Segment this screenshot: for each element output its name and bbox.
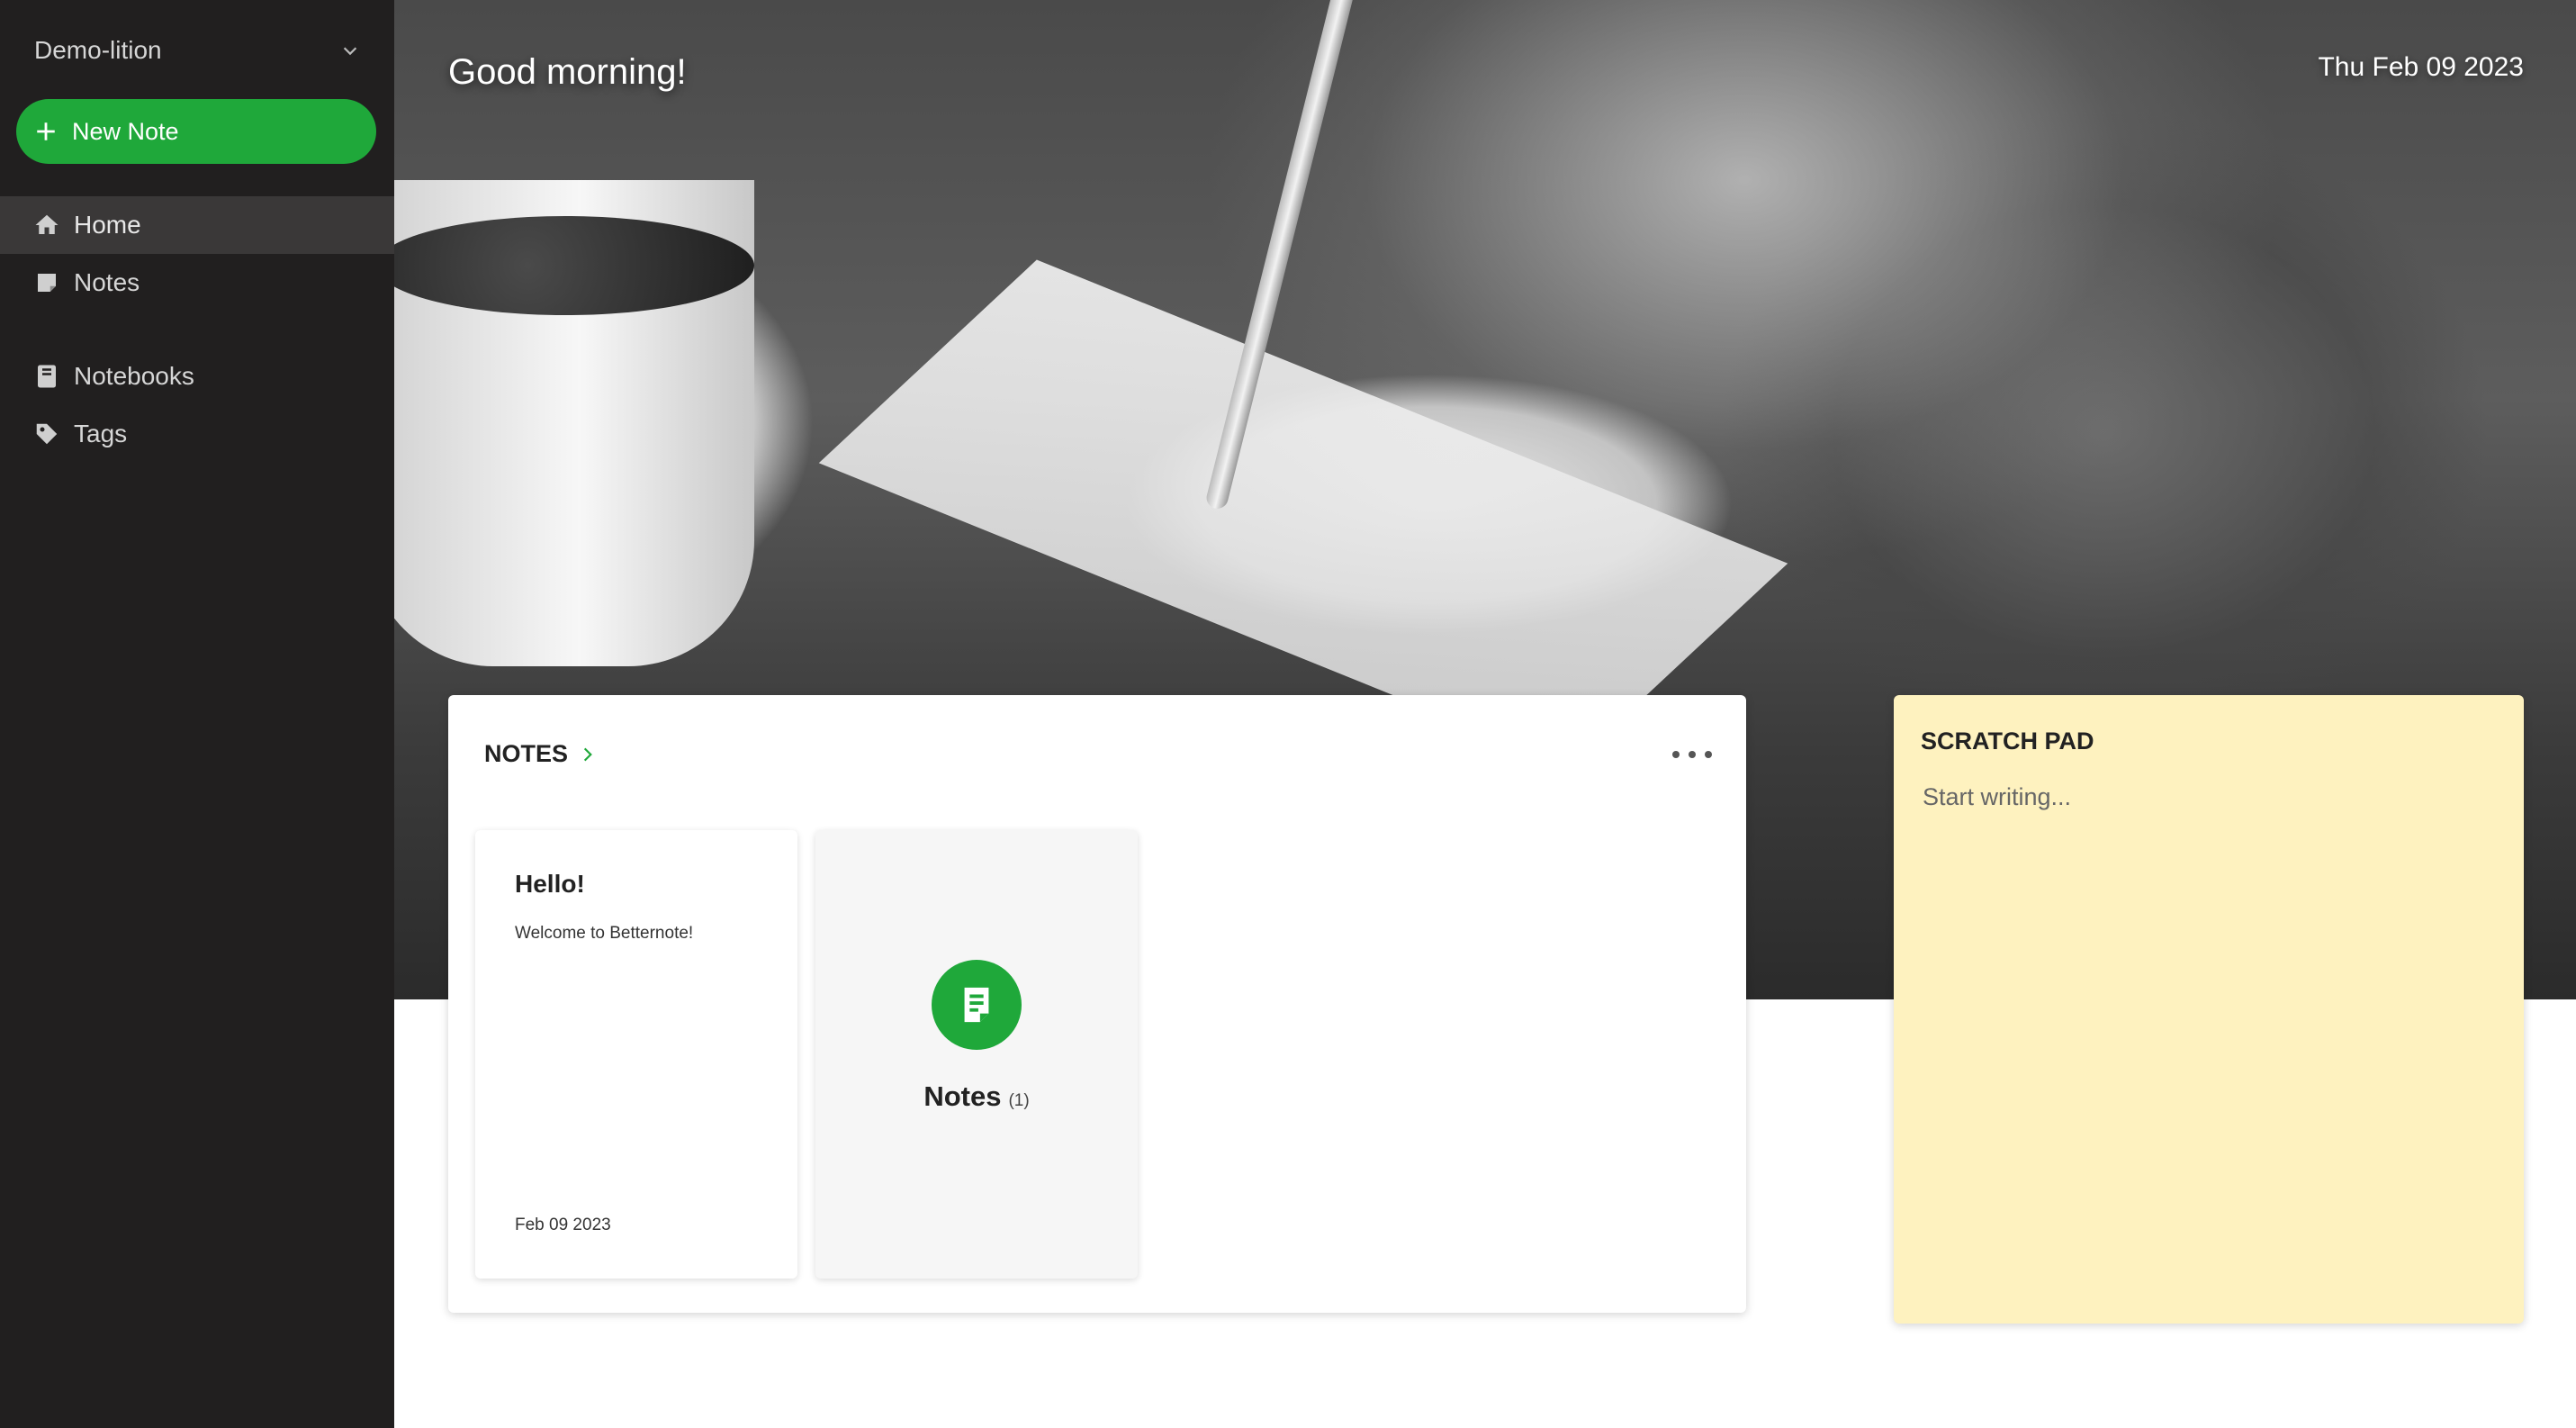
notes-count: (1) xyxy=(1008,1091,1030,1110)
note-preview: Welcome to Betternote! xyxy=(515,924,694,943)
dot-icon xyxy=(1705,751,1712,758)
note-title: Hello! xyxy=(515,870,585,898)
current-date: Thu Feb 09 2023 xyxy=(2318,52,2524,82)
notes-widget-title: NOTES xyxy=(484,740,569,767)
new-note-label: New Note xyxy=(72,117,179,145)
notes-shortcut-label: Notes (1) xyxy=(815,1080,1138,1113)
sidebar-item-label: Tags xyxy=(74,420,128,447)
dot-icon xyxy=(1672,751,1680,758)
sidebar-item-home[interactable]: Home xyxy=(0,196,394,254)
note-icon xyxy=(32,268,61,297)
notes-widget-title-link[interactable]: NOTES xyxy=(484,740,597,768)
document-icon xyxy=(964,987,989,1023)
notes-widget: NOTES Hello! Welcome to Betternote! Feb … xyxy=(448,695,1746,1313)
note-date: Feb 09 2023 xyxy=(515,1216,611,1234)
chevron-down-icon xyxy=(343,47,357,56)
more-options-button[interactable] xyxy=(1672,744,1712,765)
account-name: Demo-lition xyxy=(34,36,162,64)
sidebar-item-label: Notes xyxy=(74,268,140,296)
tag-icon xyxy=(32,420,61,448)
dot-icon xyxy=(1689,751,1696,758)
sidebar-item-notebooks[interactable]: Notebooks xyxy=(0,348,394,405)
greeting-text: Good morning! xyxy=(448,52,687,92)
plus-icon xyxy=(37,122,55,140)
scratch-pad: SCRATCH PAD xyxy=(1894,695,2524,1324)
sidebar-item-notes[interactable]: Notes xyxy=(0,254,394,312)
new-note-button[interactable]: New Note xyxy=(16,99,376,164)
note-card[interactable]: Hello! Welcome to Betternote! Feb 09 202… xyxy=(475,830,797,1279)
scratch-pad-input[interactable] xyxy=(1921,782,2500,1289)
notebook-icon xyxy=(32,362,61,391)
sidebar-item-tags[interactable]: Tags xyxy=(0,405,394,463)
paper-image xyxy=(818,259,1788,767)
sidebar-item-label: Notebooks xyxy=(74,362,194,390)
account-switcher[interactable]: Demo-lition xyxy=(34,32,360,68)
sidebar: Demo-lition New Note Home Notes Notebook… xyxy=(0,0,394,1428)
sidebar-item-label: Home xyxy=(74,211,141,239)
scratch-pad-title: SCRATCH PAD xyxy=(1921,728,2094,755)
home-icon xyxy=(32,211,61,240)
notes-circle xyxy=(932,960,1022,1050)
notes-shortcut-text: Notes xyxy=(923,1080,1002,1112)
notes-shortcut-card[interactable]: Notes (1) xyxy=(815,830,1138,1279)
chevron-right-icon xyxy=(583,747,592,761)
